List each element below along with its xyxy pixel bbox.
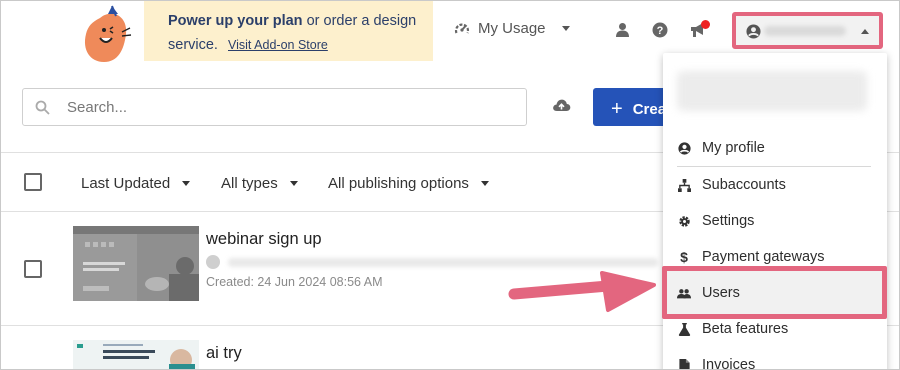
thumbnail-preview bbox=[73, 340, 199, 370]
menu-item-label: Beta features bbox=[702, 321, 789, 337]
menu-item-users[interactable]: Users bbox=[677, 278, 873, 308]
gear-icon bbox=[678, 215, 690, 227]
menu-item-label: Payment gateways bbox=[702, 249, 825, 265]
speedometer-icon bbox=[454, 23, 470, 33]
select-all-checkbox[interactable] bbox=[24, 173, 42, 191]
created-date: Created: 24 Jun 2024 08:56 AM bbox=[206, 275, 383, 289]
menu-item-users-highlight[interactable]: Users bbox=[662, 266, 887, 319]
menu-item-settings[interactable]: Settings bbox=[677, 206, 873, 236]
page-thumbnail[interactable] bbox=[73, 226, 199, 301]
unpublished-status-icon bbox=[206, 255, 220, 269]
page-url-blurred bbox=[228, 258, 658, 267]
mascot-logo bbox=[84, 5, 132, 62]
addon-store-link[interactable]: Visit Add-on Store bbox=[228, 38, 328, 52]
account-info-blurred bbox=[677, 71, 867, 111]
publishing-filter-dropdown[interactable]: All publishing options bbox=[328, 175, 489, 192]
svg-text:?: ? bbox=[657, 25, 664, 37]
help-icon[interactable]: ? bbox=[652, 22, 668, 38]
my-usage-menu[interactable]: My Usage bbox=[454, 20, 570, 37]
notification-badge bbox=[701, 20, 710, 29]
menu-item-subaccounts[interactable]: Subaccounts bbox=[677, 170, 873, 200]
account-name-blurred bbox=[764, 26, 846, 36]
page-title[interactable]: ai try bbox=[206, 344, 242, 363]
page-title[interactable]: webinar sign up bbox=[206, 230, 322, 249]
search-icon bbox=[35, 100, 50, 115]
sitemap-icon bbox=[677, 178, 691, 192]
menu-divider bbox=[677, 166, 871, 167]
create-button-label: Crea bbox=[632, 101, 667, 118]
type-filter-label: All types bbox=[221, 175, 278, 192]
file-icon bbox=[678, 358, 690, 370]
account-circle-icon bbox=[677, 141, 691, 155]
account-icon bbox=[746, 24, 761, 39]
type-filter-dropdown[interactable]: All types bbox=[221, 175, 298, 192]
menu-item-my-profile[interactable]: My profile bbox=[677, 133, 873, 163]
sort-dropdown[interactable]: Last Updated bbox=[81, 175, 191, 192]
pointer-arrow-annotation bbox=[508, 271, 656, 312]
publishing-filter-label: All publishing options bbox=[328, 175, 469, 192]
search-field[interactable] bbox=[22, 88, 527, 126]
chevron-down-icon bbox=[289, 181, 298, 186]
users-icon bbox=[677, 288, 691, 298]
menu-item-label: Users bbox=[702, 285, 740, 301]
plus-icon: + bbox=[611, 98, 623, 120]
chevron-down-icon bbox=[561, 26, 570, 31]
page-thumbnail[interactable] bbox=[73, 340, 199, 370]
user-icon[interactable] bbox=[615, 22, 630, 38]
menu-item-invoices[interactable]: Invoices bbox=[677, 350, 873, 370]
promo-bold-text: Power up your plan bbox=[168, 13, 303, 29]
menu-item-label: Invoices bbox=[702, 357, 756, 370]
dollar-icon: $ bbox=[680, 249, 688, 265]
upload-cloud-icon[interactable] bbox=[552, 98, 571, 112]
account-menu-button[interactable] bbox=[732, 12, 883, 49]
chevron-down-icon bbox=[480, 181, 489, 186]
menu-item-label: Settings bbox=[702, 213, 755, 229]
account-dropdown-menu: My profile Subaccounts Settings $ Paymen… bbox=[663, 53, 887, 370]
chevron-down-icon bbox=[182, 181, 191, 186]
menu-item-label: Subaccounts bbox=[702, 177, 786, 193]
menu-item-label: My profile bbox=[702, 140, 765, 156]
search-input[interactable] bbox=[67, 97, 507, 117]
flask-icon bbox=[678, 322, 690, 336]
promo-banner: Power up your plan or order a design ser… bbox=[144, 0, 433, 61]
chevron-up-icon bbox=[861, 29, 869, 34]
my-usage-label: My Usage bbox=[478, 20, 546, 37]
sort-label: Last Updated bbox=[81, 175, 171, 192]
row-checkbox[interactable] bbox=[24, 260, 42, 278]
thumbnail-preview bbox=[73, 226, 199, 301]
